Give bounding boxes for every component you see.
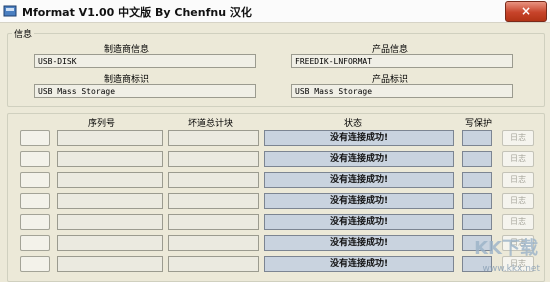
write-protect-cell bbox=[462, 193, 492, 209]
serial-cell bbox=[57, 172, 163, 188]
app-icon bbox=[3, 5, 17, 17]
status-cell: 没有连接成功! bbox=[264, 130, 454, 146]
product-id-field[interactable]: USB Mass Storage bbox=[291, 84, 513, 98]
bad-blocks-cell bbox=[168, 193, 259, 209]
manufacturer-info-field[interactable]: USB-DISK bbox=[34, 54, 256, 68]
watermark-sub: www.kkx.net bbox=[482, 264, 541, 274]
watermark: KK下载 www.kkx.net bbox=[436, 238, 546, 278]
col-header-write-protect: 写保护 bbox=[465, 119, 493, 129]
col-header-status: 状态 bbox=[344, 119, 363, 129]
write-protect-cell bbox=[462, 130, 492, 146]
device-select-button[interactable] bbox=[20, 193, 50, 209]
serial-cell bbox=[57, 235, 163, 251]
log-button[interactable]: 日志 bbox=[502, 193, 534, 209]
window-title: Mformat V1.00 中文版 By Chenfnu 汉化 bbox=[22, 6, 252, 19]
serial-cell bbox=[57, 214, 163, 230]
log-button[interactable]: 日志 bbox=[502, 130, 534, 146]
bad-blocks-cell bbox=[168, 151, 259, 167]
device-select-button[interactable] bbox=[20, 235, 50, 251]
log-button[interactable]: 日志 bbox=[502, 214, 534, 230]
status-cell: 没有连接成功! bbox=[264, 172, 454, 188]
device-select-button[interactable] bbox=[20, 130, 50, 146]
write-protect-cell bbox=[462, 151, 492, 167]
status-cell: 没有连接成功! bbox=[264, 214, 454, 230]
log-button[interactable]: 日志 bbox=[502, 172, 534, 188]
serial-cell bbox=[57, 193, 163, 209]
serial-cell bbox=[57, 130, 163, 146]
write-protect-cell bbox=[462, 214, 492, 230]
status-cell: 没有连接成功! bbox=[264, 151, 454, 167]
bad-blocks-cell bbox=[168, 256, 259, 272]
device-select-button[interactable] bbox=[20, 151, 50, 167]
bad-blocks-cell bbox=[168, 235, 259, 251]
log-button[interactable]: 日志 bbox=[502, 151, 534, 167]
serial-cell bbox=[57, 151, 163, 167]
close-button[interactable]: × bbox=[505, 1, 547, 22]
status-cell: 没有连接成功! bbox=[264, 193, 454, 209]
product-info-field[interactable]: FREEDIK-LNFORMAT bbox=[291, 54, 513, 68]
col-header-bad-blocks: 坏道总计块 bbox=[188, 119, 234, 129]
device-select-button[interactable] bbox=[20, 256, 50, 272]
bad-blocks-cell bbox=[168, 172, 259, 188]
title-bar: Mformat V1.00 中文版 By Chenfnu 汉化 × bbox=[0, 0, 550, 23]
serial-cell bbox=[57, 256, 163, 272]
status-cell: 没有连接成功! bbox=[264, 256, 454, 272]
status-cell: 没有连接成功! bbox=[264, 235, 454, 251]
device-select-button[interactable] bbox=[20, 172, 50, 188]
bad-blocks-cell bbox=[168, 130, 259, 146]
write-protect-cell bbox=[462, 172, 492, 188]
watermark-text: KK下载 bbox=[474, 238, 538, 259]
bad-blocks-cell bbox=[168, 214, 259, 230]
device-select-button[interactable] bbox=[20, 214, 50, 230]
manufacturer-id-field[interactable]: USB Mass Storage bbox=[34, 84, 256, 98]
col-header-serial: 序列号 bbox=[88, 119, 116, 129]
info-group-label: 信息 bbox=[12, 27, 35, 40]
